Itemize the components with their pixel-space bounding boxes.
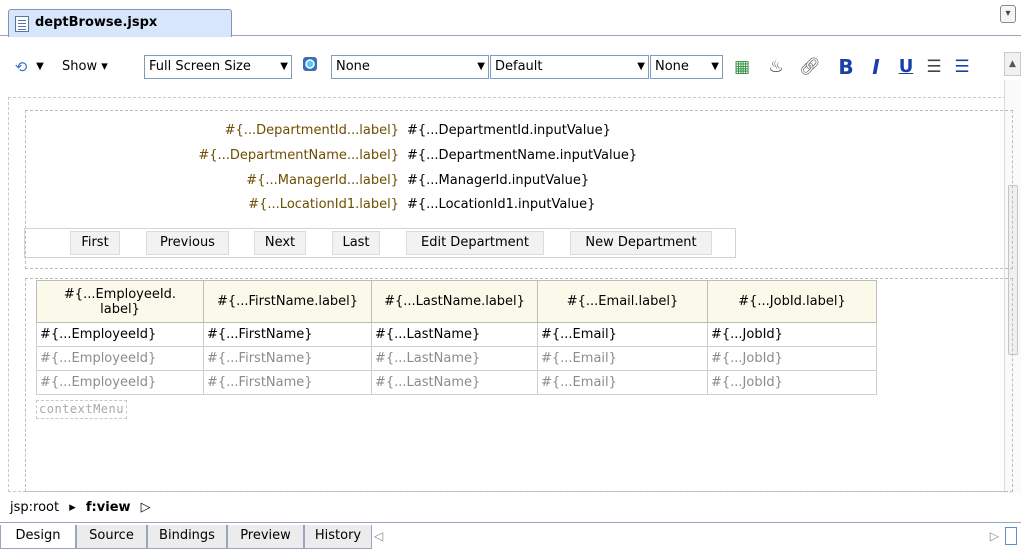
chevron-down-icon: ▼ bbox=[477, 61, 485, 72]
style-circle-icon[interactable] bbox=[300, 56, 320, 78]
table-cell: #{...JobId} bbox=[707, 346, 877, 371]
foreground-color-icon[interactable]: ▦ bbox=[730, 56, 754, 78]
tab-source[interactable]: Source bbox=[76, 525, 147, 549]
style-circle-svg bbox=[303, 57, 317, 71]
font-size-select[interactable]: None ▼ bbox=[650, 55, 723, 79]
table-row[interactable]: #{...EmployeeId} #{...FirstName} #{...La… bbox=[36, 370, 877, 395]
hyperlink-icon[interactable]: 🔗︎ bbox=[798, 56, 822, 78]
table-cell: #{...FirstName} bbox=[203, 322, 372, 347]
table-header-row: #{...EmployeeId. label} #{...FirstName.l… bbox=[36, 280, 877, 323]
previous-button[interactable]: Previous bbox=[146, 231, 229, 255]
editor-tab-title: deptBrowse.jspx bbox=[35, 15, 158, 30]
last-button[interactable]: Last bbox=[332, 231, 380, 255]
first-button[interactable]: First bbox=[70, 231, 120, 255]
paint-bucket-icon[interactable]: ♨ bbox=[764, 56, 788, 78]
design-toolbar: ⟲ ▼ Show ▾ Full Screen Size ▼ None ▼ Def… bbox=[0, 52, 1021, 82]
tab-bindings[interactable]: Bindings bbox=[147, 525, 227, 549]
table-cell: #{...EmployeeId} bbox=[36, 322, 204, 347]
screen-size-select[interactable]: Full Screen Size ▼ bbox=[144, 55, 292, 79]
italic-button[interactable]: I bbox=[866, 56, 886, 78]
form-value[interactable]: #{...DepartmentName.inputValue} bbox=[407, 144, 637, 168]
table-cell: #{...EmployeeId} bbox=[36, 370, 204, 395]
table-cell: #{...Email} bbox=[537, 346, 708, 371]
form-label: #{...DepartmentId...label} bbox=[224, 123, 399, 138]
form-value[interactable]: #{...DepartmentId.inputValue} bbox=[407, 119, 611, 143]
breadcrumb-expand-icon[interactable]: ▷ bbox=[141, 500, 151, 515]
scroll-right-icon[interactable]: ▷ bbox=[990, 529, 999, 543]
employees-table: #{...EmployeeId. label} #{...FirstName.l… bbox=[36, 280, 877, 395]
breadcrumb-root[interactable]: jsp:root bbox=[10, 500, 59, 515]
tab-list-dropdown-button[interactable]: ▾ bbox=[1000, 5, 1016, 23]
table-cell: #{...JobId} bbox=[707, 322, 877, 347]
next-button[interactable]: Next bbox=[254, 231, 306, 255]
form-row-department-id: #{...DepartmentId...label} #{...Departme… bbox=[26, 119, 1014, 143]
form-label: #{...LocationId1.label} bbox=[248, 197, 399, 212]
form-row-location-id: #{...LocationId1.label} #{...LocationId1… bbox=[26, 193, 1014, 217]
form-row-manager-id: #{...ManagerId...label} #{...ManagerId.i… bbox=[26, 169, 1014, 193]
font-name-select[interactable]: Default ▼ bbox=[490, 55, 649, 79]
new-department-button[interactable]: New Department bbox=[570, 231, 712, 255]
scroll-end-marker bbox=[1005, 527, 1017, 545]
breadcrumb-current[interactable]: f:view bbox=[86, 500, 131, 515]
bold-button[interactable]: B bbox=[836, 56, 856, 78]
chevron-down-icon: ▼ bbox=[280, 61, 288, 72]
table-cell: #{...Email} bbox=[537, 370, 708, 395]
refresh-icon[interactable]: ⟲ bbox=[10, 56, 32, 78]
table-cell: #{...Email} bbox=[537, 322, 708, 347]
show-menu-button[interactable]: Show ▾ bbox=[62, 54, 108, 80]
underline-button[interactable]: U bbox=[896, 56, 916, 78]
edit-department-button[interactable]: Edit Department bbox=[406, 231, 544, 255]
column-header-employee-id[interactable]: #{...EmployeeId. label} bbox=[36, 280, 204, 323]
table-cell: #{...LastName} bbox=[371, 370, 538, 395]
show-menu-label: Show bbox=[62, 59, 98, 74]
form-value[interactable]: #{...LocationId1.inputValue} bbox=[407, 193, 595, 217]
jspx-file-icon bbox=[15, 16, 29, 32]
screen-size-value: Full Screen Size bbox=[149, 59, 251, 74]
table-cell: #{...FirstName} bbox=[203, 346, 372, 371]
ordered-list-icon[interactable]: ☰ bbox=[924, 56, 944, 78]
font-name-value: Default bbox=[495, 59, 543, 74]
unordered-list-icon[interactable]: ☰ bbox=[952, 56, 972, 78]
editor-tab-strip: deptBrowse.jspx ▾ bbox=[0, 0, 1021, 37]
context-menu-facet[interactable]: contextMenu bbox=[36, 400, 127, 419]
table-cell: #{...FirstName} bbox=[203, 370, 372, 395]
table-row[interactable]: #{...EmployeeId} #{...FirstName} #{...La… bbox=[36, 322, 877, 347]
table-cell: #{...EmployeeId} bbox=[36, 346, 204, 371]
table-cell: #{...LastName} bbox=[371, 346, 538, 371]
chevron-down-icon: ▼ bbox=[637, 61, 645, 72]
form-row-department-name: #{...DepartmentName...label} #{...Depart… bbox=[26, 144, 1014, 168]
table-cell: #{...JobId} bbox=[707, 370, 877, 395]
form-label: #{...DepartmentName...label} bbox=[198, 148, 399, 163]
refresh-dropdown-arrow[interactable]: ▼ bbox=[34, 56, 46, 78]
toolbar-scroll-up-button[interactable]: ▲ bbox=[1004, 52, 1021, 76]
column-header-email[interactable]: #{...Email.label} bbox=[537, 280, 708, 323]
table-cell: #{...LastName} bbox=[371, 322, 538, 347]
editor-view-tabs: Design Source Bindings Preview History ◁… bbox=[0, 522, 1021, 550]
table-row[interactable]: #{...EmployeeId} #{...FirstName} #{...La… bbox=[36, 346, 877, 371]
breadcrumb-separator-icon: ▸ bbox=[69, 500, 76, 515]
scroll-left-icon[interactable]: ◁ bbox=[374, 529, 383, 543]
style-class-select[interactable]: None ▼ bbox=[331, 55, 489, 79]
form-value[interactable]: #{...ManagerId.inputValue} bbox=[407, 169, 589, 193]
font-size-value: None bbox=[655, 59, 689, 74]
column-header-last-name[interactable]: #{...LastName.label} bbox=[371, 280, 538, 323]
editor-tab-deptbrowse[interactable]: deptBrowse.jspx bbox=[8, 9, 232, 37]
tab-history[interactable]: History bbox=[304, 525, 372, 549]
form-label: #{...ManagerId...label} bbox=[246, 173, 399, 188]
column-header-job-id[interactable]: #{...JobId.label} bbox=[707, 280, 877, 323]
breadcrumb: jsp:root ▸ f:view ▷ bbox=[0, 496, 1021, 520]
tab-preview[interactable]: Preview bbox=[227, 525, 304, 549]
tab-design[interactable]: Design bbox=[0, 525, 76, 549]
chevron-down-icon: ▼ bbox=[711, 61, 719, 72]
style-class-value: None bbox=[336, 59, 370, 74]
column-header-first-name[interactable]: #{...FirstName.label} bbox=[203, 280, 372, 323]
